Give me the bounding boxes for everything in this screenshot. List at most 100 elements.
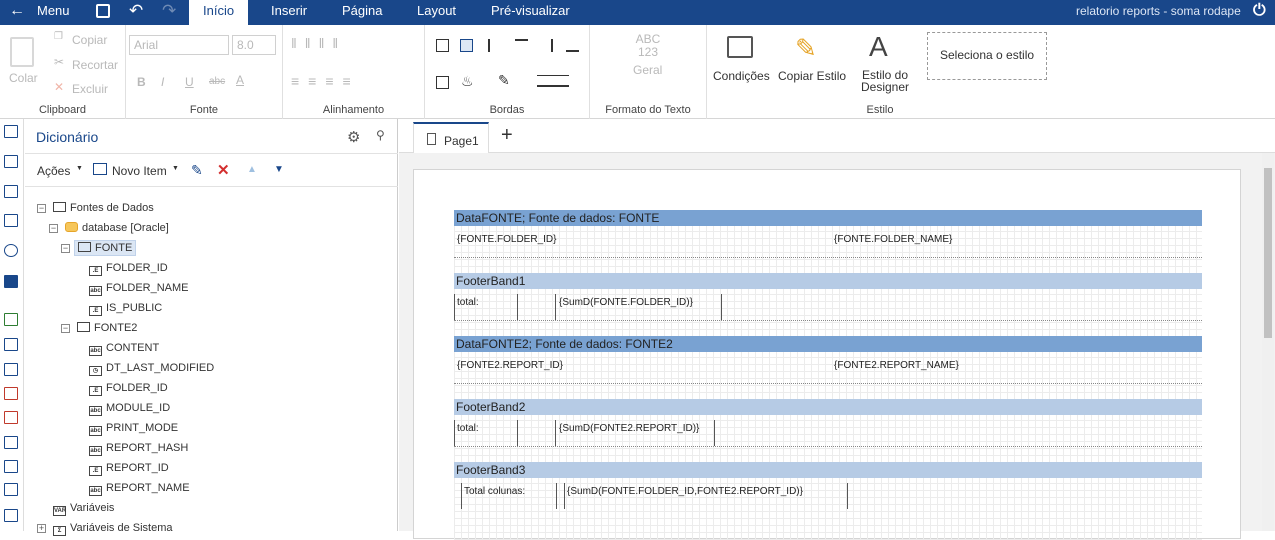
undo-icon[interactable]: ↶ [129,0,143,25]
border-style-icon[interactable] [537,75,569,87]
tree-field[interactable]: abc REPORT_NAME [89,482,190,496]
border-top-icon[interactable] [515,39,528,52]
paste-icon[interactable] [10,37,34,67]
gear-icon[interactable]: ⚙ [347,128,360,146]
redo-icon[interactable]: ↷ [162,0,176,25]
footer-band-3[interactable]: FooterBand3 [454,462,1202,478]
data-band-fonte[interactable]: DataFONTE; Fonte de dados: FONTE [454,210,1202,226]
collapse-fonte-icon[interactable]: − [61,244,70,253]
new-item-menu[interactable]: Novo Item [112,164,167,178]
border-bottom-icon[interactable] [566,39,579,52]
underline-icon[interactable]: U [185,75,194,89]
conditions-icon[interactable] [727,36,753,58]
delete-icon[interactable]: ✕ [217,161,230,179]
crosstab-icon[interactable] [4,214,18,227]
edit-icon[interactable]: ✎ [191,162,203,179]
chart-icon[interactable] [4,509,18,522]
pin-icon[interactable]: ⚲ [376,128,385,142]
tab-inicio[interactable]: Início [189,0,249,25]
paste-button[interactable]: Colar [9,71,38,85]
band-icon[interactable] [4,125,18,138]
text-format-general[interactable]: Geral [633,63,662,77]
rich-text-icon[interactable] [4,363,18,376]
expand-system-variables-icon[interactable]: + [37,524,46,533]
panel-icon[interactable] [4,436,18,449]
field-report-name[interactable]: {FONTE2.REPORT_NAME} [834,360,959,372]
shapes-icon[interactable] [4,244,18,257]
save-icon[interactable] [96,4,110,18]
copy-button[interactable]: Copiar [72,33,107,47]
tree-fonte2[interactable]: FONTE2 [77,322,137,334]
border-left-icon[interactable] [488,39,501,52]
font-name-select[interactable]: Arial [129,35,229,55]
actions-menu[interactable]: Ações [37,164,70,178]
font-color-icon[interactable]: A [236,73,244,87]
move-down-icon[interactable]: ▼ [274,164,284,175]
power-icon[interactable]: ⏻ [1253,0,1266,25]
back-arrow-icon[interactable]: ← [9,0,25,25]
border-right-icon[interactable] [540,39,553,52]
designer-style-icon[interactable]: A [869,31,888,63]
footer1-total-label[interactable]: total: [457,297,479,309]
tree-database[interactable]: database [Oracle] [65,222,169,234]
cut-button[interactable]: Recortar [72,58,118,72]
tab-pre-visualizar[interactable]: Pré-visualizar [491,0,570,25]
tab-page1[interactable]: Page1 [413,122,489,153]
footer-band-1[interactable]: FooterBand1 [454,273,1202,289]
copy-style-brush-icon[interactable]: ✎ [795,33,817,64]
tree-field[interactable]: abc CONTENT [89,342,159,356]
tab-inserir[interactable]: Inserir [271,0,307,25]
footer3-total-label[interactable]: Total colunas: [464,486,525,498]
border-none-icon[interactable] [460,39,473,52]
tree-variables[interactable]: VAR Variáveis [53,502,114,516]
text-format-icon[interactable]: ABC 123 [630,33,666,59]
collapse-datasources-icon[interactable]: − [37,204,46,213]
table-icon[interactable] [4,185,18,198]
move-up-icon[interactable]: ▲ [247,164,257,175]
tree-fonte[interactable]: FONTE [74,240,137,256]
footer1-sum-field[interactable]: {SumD(FONTE.FOLDER_ID)} [559,297,693,309]
border-all-icon[interactable] [436,39,449,52]
strikethrough-icon[interactable]: abc [209,76,225,87]
field-report-id[interactable]: {FONTE2.REPORT_ID} [457,360,563,372]
bold-icon[interactable]: B [137,75,146,89]
barcode-icon[interactable] [4,411,18,424]
cross-band-icon[interactable] [4,155,18,168]
tree-field[interactable]: .E IS_PUBLIC [89,302,162,316]
clone-icon[interactable] [4,460,18,473]
horizontal-align-icons[interactable]: ≡≡≡≡ [291,73,360,89]
data-band-fonte2[interactable]: DataFONTE2; Fonte de dados: FONTE2 [454,336,1202,352]
collapse-fonte2-icon[interactable]: − [61,324,70,333]
italic-icon[interactable]: I [161,75,164,89]
tree-field[interactable]: .E REPORT_ID [89,462,169,476]
fill-color-icon[interactable]: ♨ [461,73,474,90]
footer-band-2[interactable]: FooterBand2 [454,399,1202,415]
field-folder-id[interactable]: {FONTE.FOLDER_ID} [457,234,556,246]
tree-field[interactable]: .E FOLDER_ID [89,382,168,396]
image-icon[interactable] [4,387,18,400]
border-shadow-icon[interactable] [436,76,449,89]
menu-button[interactable]: Menu [37,0,70,25]
text-icon[interactable] [4,338,18,351]
vertical-align-icons[interactable]: ‖‖‖‖ [291,35,346,51]
tree-datasources[interactable]: Fontes de Dados [53,202,154,214]
tree-field[interactable]: .E FOLDER_ID [89,262,168,276]
tree-system-variables[interactable]: Σ Variáveis de Sistema [53,522,173,536]
tree-field[interactable]: abc FOLDER_NAME [89,282,189,296]
tree-field[interactable]: abc MODULE_ID [89,402,170,416]
field-folder-name[interactable]: {FONTE.FOLDER_NAME} [834,234,952,246]
footer2-sum-field[interactable]: {SumD(FONTE2.REPORT_ID)} [559,423,699,435]
copy-style-button[interactable]: Copiar Estilo [778,69,846,83]
tab-pagina[interactable]: Página [342,0,382,25]
footer2-total-label[interactable]: total: [457,423,479,435]
select-style-box[interactable]: Seleciona o estilo [927,32,1047,80]
designer-style-button[interactable]: Estilo do Designer [857,69,913,93]
delete-button[interactable]: Excluir [72,82,108,96]
font-size-select[interactable]: 8.0 [232,35,276,55]
tree-field[interactable]: abc PRINT_MODE [89,422,178,436]
scrollbar-thumb[interactable] [1264,168,1272,338]
footer3-sum-field[interactable]: {SumD(FONTE.FOLDER_ID,FONTE2.REPORT_ID)} [567,486,803,498]
tab-layout[interactable]: Layout [417,0,456,25]
conditions-button[interactable]: Condições [713,69,770,83]
collapse-database-icon[interactable]: − [49,224,58,233]
